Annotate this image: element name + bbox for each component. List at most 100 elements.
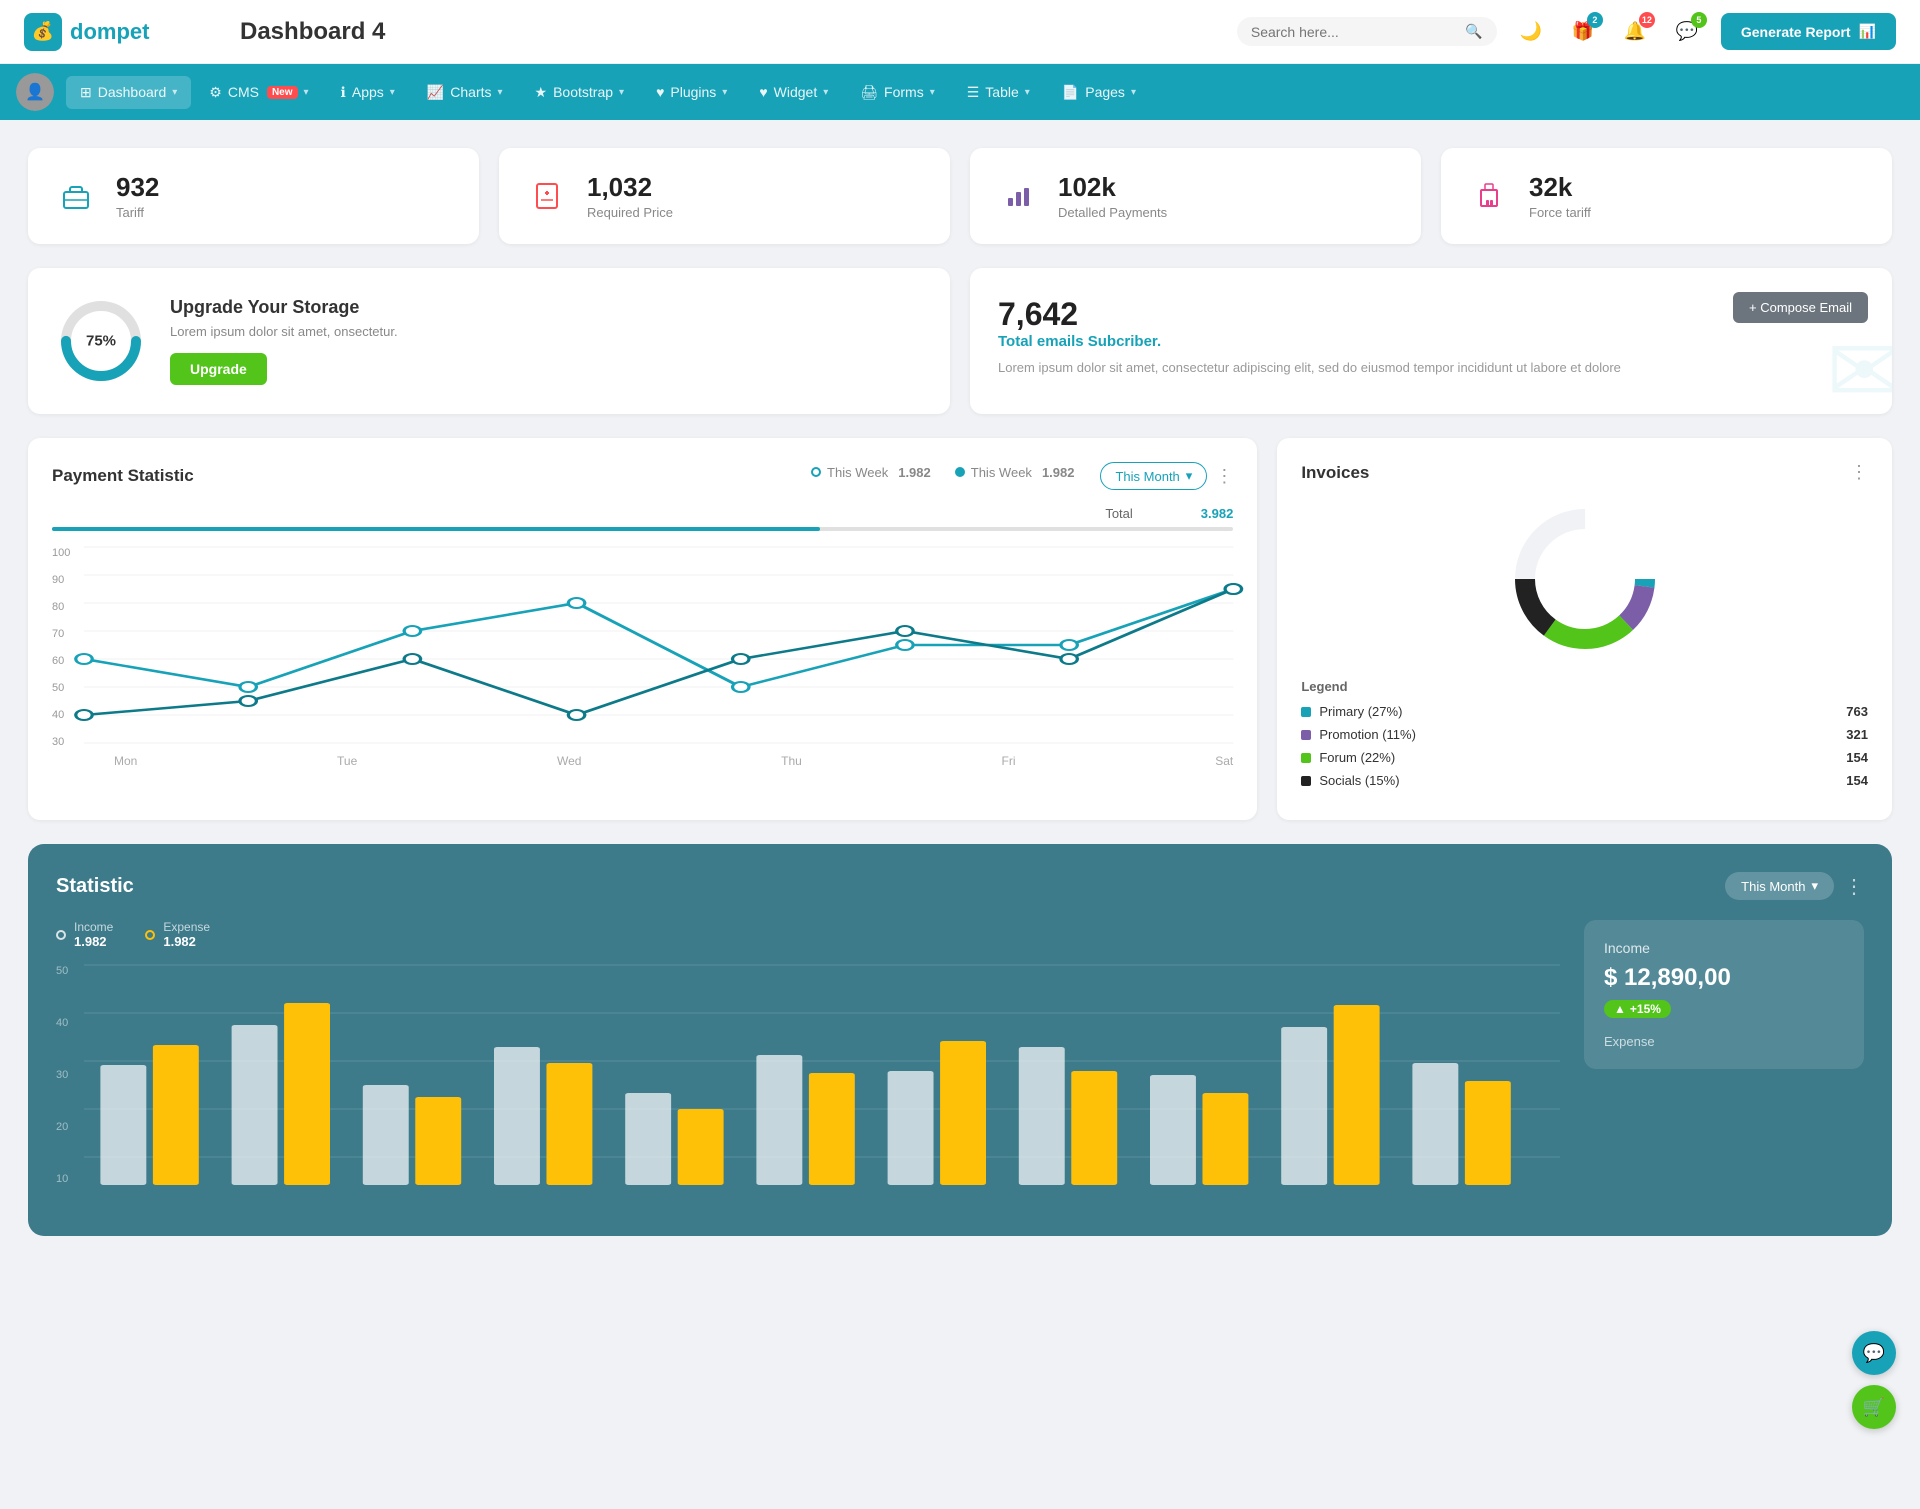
y-label: 60 [52,655,70,667]
middle-row: 75% Upgrade Your Storage Lorem ipsum dol… [28,268,1892,414]
search-icon: 🔍 [1465,23,1482,40]
email-card: + Compose Email 7,642 Total emails Subcr… [970,268,1892,414]
tariff-label: Tariff [116,205,159,220]
dropdown-arrow: ▾ [1186,468,1193,484]
email-bg-icon: ✉ [1827,319,1892,414]
gift-badge: 2 [1587,12,1603,28]
stat-card-required-price: 1,032 Required Price [499,148,950,244]
legend-entry-socials: Socials (15%) 154 [1301,773,1868,788]
socials-label: Socials (15%) [1319,773,1399,788]
nav-avatar: 👤 [16,73,54,111]
table-nav-icon: ☰ [967,84,980,101]
nav-item-label: Bootstrap [553,84,613,100]
nav-item-plugins[interactable]: ♥ Plugins ▾ [642,76,741,108]
y-label: 50 [52,682,70,694]
dropdown-arrow-icon: ▾ [1811,878,1818,894]
stat-info-tariff: 932 Tariff [116,172,159,220]
charts-row: Payment Statistic This Week 1.982 This W [28,438,1892,820]
storage-card: 75% Upgrade Your Storage Lorem ipsum dol… [28,268,950,414]
expense-legend-dot [145,930,155,940]
progress-fill [52,527,820,531]
period-dropdown[interactable]: This Month ▾ [1100,462,1207,490]
invoices-options-button[interactable]: ⋮ [1850,462,1868,483]
income-detail-card: Income $ 12,890,00 ▲ +15% Expense [1584,920,1864,1069]
primary-label: Primary (27%) [1319,704,1402,719]
storage-title: Upgrade Your Storage [170,297,398,318]
nav-item-dashboard[interactable]: ⊞ Dashboard ▾ [66,76,191,109]
chevron-down-icon: ▾ [1131,87,1136,98]
legend-left: Promotion (11%) [1301,727,1416,742]
income-change-badge: ▲ +15% [1604,1000,1671,1018]
total-text: Total [1105,506,1132,521]
bar-chart-container: 50 40 30 20 10 [56,965,1560,1208]
stat-cards-row: 932 Tariff 1,032 Required Price [28,148,1892,244]
legend-left: Forum (22%) [1301,750,1395,765]
stat-legend-items: Income 1.982 Expense 1.982 [56,920,1560,949]
cms-new-badge: New [267,86,298,99]
nav-item-pages[interactable]: 📄 Pages ▾ [1048,76,1150,109]
search-box[interactable]: 🔍 [1237,17,1497,46]
nav-item-table[interactable]: ☰ Table ▾ [953,76,1044,109]
total-bar-row: Total 3.982 [52,506,1233,521]
socials-color-swatch [1301,776,1311,786]
legend-entry-promotion: Promotion (11%) 321 [1301,727,1868,742]
nav-item-apps[interactable]: ℹ Apps ▾ [327,76,409,109]
income-legend-label: Income [74,920,113,934]
nav-item-bootstrap[interactable]: ★ Bootstrap ▾ [521,76,639,109]
nav-item-label: Widget [774,84,818,100]
statistic-section: Statistic This Month ▾ ⋮ Income 1.982 [28,844,1892,1236]
invoices-donut [1301,499,1868,659]
bell-icon-btn[interactable]: 🔔 12 [1617,14,1653,50]
charts-nav-icon: 📈 [427,84,444,101]
generate-report-button[interactable]: Generate Report 📊 [1721,13,1896,50]
y-label-40: 40 [56,1017,68,1029]
expense-sublabel: Expense [1604,1034,1844,1049]
right-controls: This Month ▾ ⋮ [1100,462,1233,490]
support-fab-button[interactable]: 💬 [1852,1331,1896,1375]
x-label-sat: Sat [1215,754,1233,768]
forum-label: Forum (22%) [1319,750,1395,765]
chart-controls: This Week 1.982 This Week 1.982 [811,462,1233,490]
nav-item-label: CMS [228,84,259,100]
chevron-down-icon: ▾ [498,87,503,98]
stat-income-panel: Income $ 12,890,00 ▲ +15% Expense [1584,920,1864,1208]
bar-chart-area: Income 1.982 Expense 1.982 50 [56,920,1560,1208]
dark-mode-toggle[interactable]: 🌙 [1513,14,1549,50]
y-label: 90 [52,574,70,586]
legend-item-2: This Week 1.982 [955,465,1075,480]
change-pct: +15% [1630,1002,1661,1016]
up-arrow-icon: ▲ [1614,1002,1626,1016]
invoices-header: Invoices ⋮ [1301,462,1868,483]
forum-count: 154 [1846,750,1868,765]
total-section: This Week 1.982 This Week 1.982 [811,465,1074,480]
nav-item-label: Table [985,84,1018,100]
storage-percent: 75% [86,333,116,350]
statistic-period-button[interactable]: This Month ▾ [1725,872,1834,900]
stat-card-force-tariff: 32k Force tariff [1441,148,1892,244]
nav-item-cms[interactable]: ⚙ CMS New ▾ [195,76,322,109]
chart-options-button[interactable]: ⋮ [1215,466,1233,487]
income-card-label: Income [1604,940,1844,956]
x-label-wed: Wed [557,754,581,768]
y-label-10: 10 [56,1173,68,1185]
search-input[interactable] [1251,24,1458,40]
gift-icon-btn[interactable]: 🎁 2 [1565,14,1601,50]
legend-entry-primary: Primary (27%) 763 [1301,704,1868,719]
payments-label: Detalled Payments [1058,205,1167,220]
y-axis-labels: 100 90 80 70 60 50 40 30 [52,547,70,768]
chat-icon-btn[interactable]: 💬 5 [1669,14,1705,50]
income-legend-item: Income 1.982 [56,920,113,949]
nav-item-charts[interactable]: 📈 Charts ▾ [413,76,517,109]
cart-fab-button[interactable]: 🛒 [1852,1385,1896,1429]
nav-item-forms[interactable]: 🖨 Forms ▾ [846,76,948,109]
legend-left: Socials (15%) [1301,773,1399,788]
nav-item-widget[interactable]: ♥ Widget ▾ [745,76,842,108]
stat-card-tariff: 932 Tariff [28,148,479,244]
statistic-options-button[interactable]: ⋮ [1844,874,1864,899]
y-label: 30 [52,736,70,748]
briefcase-icon [52,172,100,220]
statistic-header: Statistic This Month ▾ ⋮ [56,872,1864,900]
legend-value-1: 1.982 [898,465,931,480]
upgrade-button[interactable]: Upgrade [170,353,267,385]
header-icons: 🌙 🎁 2 🔔 12 💬 5 [1513,14,1705,50]
